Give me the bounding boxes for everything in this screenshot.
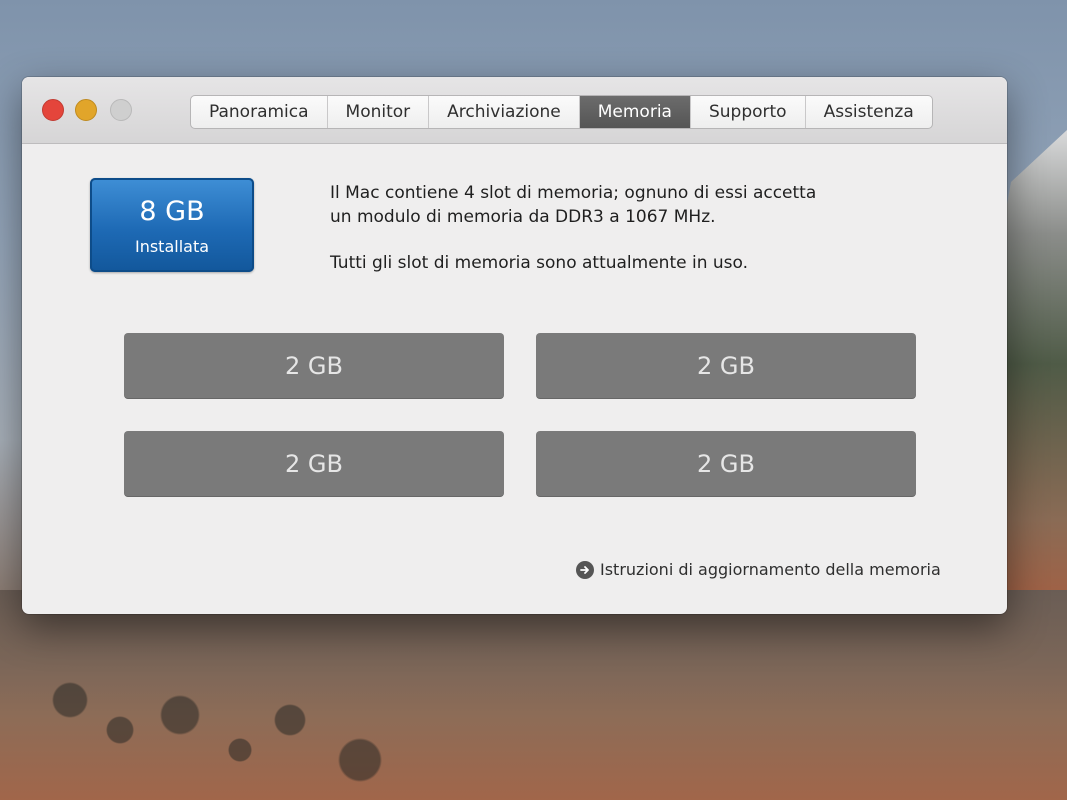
memory-description-line1: Il Mac contiene 4 slot di memoria; ognun…: [330, 183, 817, 203]
memory-description-line2: un modulo di memoria da DDR3 a 1067 MHz.: [330, 207, 716, 227]
tab-bar: Panoramica Monitor Archiviazione Memoria…: [190, 95, 933, 129]
installed-memory-amount: 8 GB: [139, 196, 205, 227]
minimize-button[interactable]: [75, 99, 97, 121]
tab-monitor[interactable]: Monitor: [328, 96, 430, 128]
tab-memoria[interactable]: Memoria: [579, 96, 691, 128]
memory-upgrade-link-label[interactable]: Istruzioni di aggiornamento della memori…: [600, 560, 941, 579]
memory-slot-4: 2 GB: [536, 431, 916, 497]
zoom-button: [110, 99, 132, 121]
about-this-mac-window: Panoramica Monitor Archiviazione Memoria…: [22, 77, 1007, 614]
tab-supporto[interactable]: Supporto: [691, 96, 806, 128]
tab-panoramica[interactable]: Panoramica: [191, 96, 328, 128]
arrow-right-circle-icon: [576, 560, 594, 579]
memory-slot-3: 2 GB: [124, 431, 504, 497]
installed-memory-label: Installata: [134, 237, 210, 256]
tab-archiviazione[interactable]: Archiviazione: [429, 96, 580, 128]
wallpaper-mountain: [997, 130, 1067, 650]
close-button[interactable]: [42, 99, 64, 121]
wallpaper-trees: [30, 660, 450, 800]
memory-status: Tutti gli slot di memoria sono attualmen…: [330, 253, 749, 273]
tab-assistenza[interactable]: Assistenza: [806, 96, 932, 128]
memory-slot-2: 2 GB: [536, 333, 916, 399]
memory-slot-1: 2 GB: [124, 333, 504, 399]
memory-upgrade-link[interactable]: Istruzioni di aggiornamento della memori…: [576, 560, 941, 579]
window-titlebar[interactable]: Panoramica Monitor Archiviazione Memoria…: [22, 77, 1007, 144]
installed-memory-badge: 8 GB Installata: [90, 178, 254, 272]
memory-info: Il Mac contiene 4 slot di memoria; ognun…: [330, 181, 930, 275]
